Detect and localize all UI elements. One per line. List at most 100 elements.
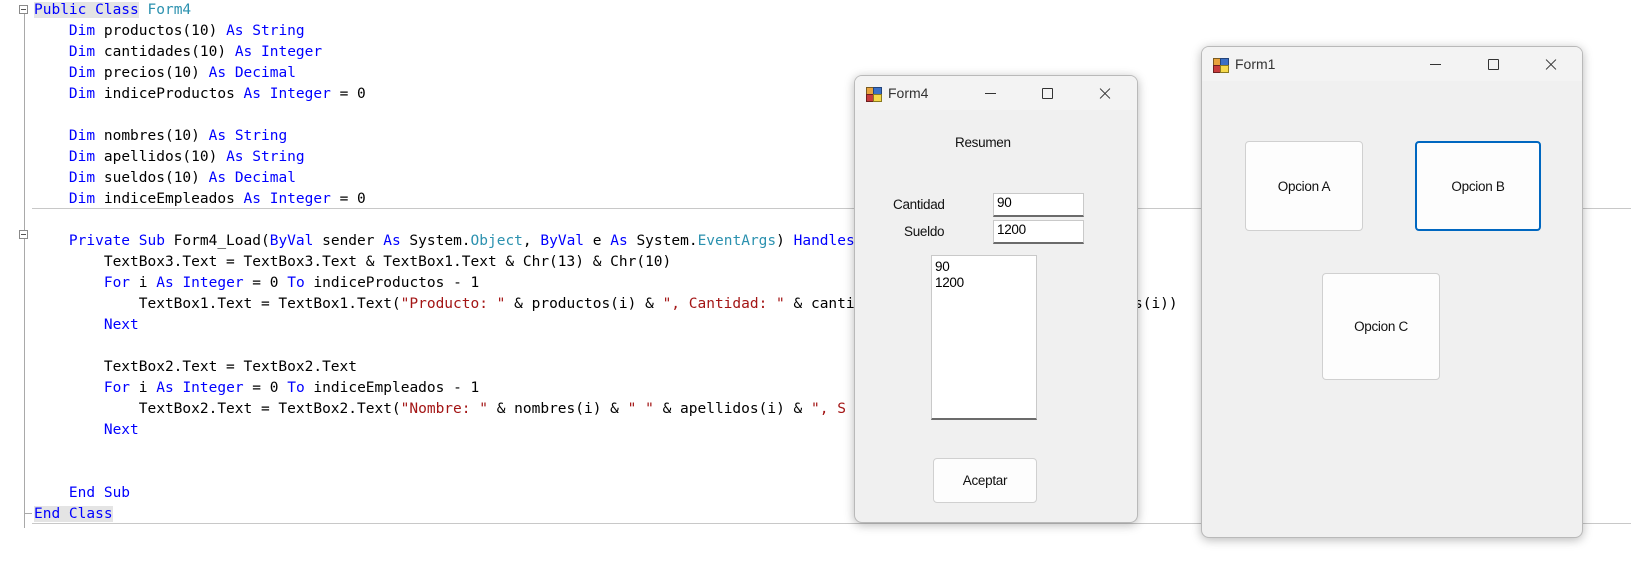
code-line: TextBox3.Text = TextBox3.Text & TextBox1… <box>34 252 671 273</box>
code-line: Next <box>34 315 139 336</box>
code-line: For i As Integer = 0 To indiceProductos … <box>34 273 479 294</box>
form1-titlebar[interactable]: Form1 <box>1202 47 1582 81</box>
option-b-button[interactable]: Opcion B <box>1415 141 1541 231</box>
code-token: As String <box>226 149 305 165</box>
code-token: = 0 <box>243 380 288 396</box>
form4-window: Form4 Resumen Cantidad Sueldo 90 1200 90… <box>854 75 1138 523</box>
outline-gutter-end <box>24 513 32 514</box>
summary-textarea[interactable]: 90 1200 <box>931 255 1037 420</box>
code-line: Dim indiceEmpleados As Integer = 0 <box>34 189 366 210</box>
code-token: Dim <box>68 86 96 102</box>
close-icon[interactable] <box>1095 84 1115 102</box>
code-token: precios(10) <box>95 65 209 81</box>
outline-gutter-line <box>24 10 25 528</box>
minimize-icon[interactable] <box>1426 55 1446 73</box>
code-token: ByVal <box>540 233 585 249</box>
code-token: apellidos(10) <box>95 149 227 165</box>
code-token: As Integer <box>156 380 244 396</box>
maximize-icon[interactable] <box>1484 55 1504 73</box>
maximize-icon[interactable] <box>1038 84 1058 102</box>
close-icon[interactable] <box>1541 55 1561 73</box>
code-token: As Integer <box>234 44 323 60</box>
code-token: Dim <box>68 23 96 39</box>
collapse-class-icon[interactable] <box>19 5 28 14</box>
sueldo-field[interactable]: 1200 <box>993 220 1084 244</box>
code-line: Dim indiceProductos As Integer = 0 <box>34 84 366 105</box>
code-token: indiceEmpleados <box>95 191 244 207</box>
code-line: End Class <box>34 504 113 525</box>
code-token: Next <box>103 422 139 438</box>
code-token: TextBox2.Text = TextBox2.Text <box>34 359 358 375</box>
form-app-icon <box>866 87 882 102</box>
code-token: As Integer <box>243 191 331 207</box>
code-token: nombres(10) <box>95 128 209 144</box>
code-token: & apellidos(i) & <box>653 401 811 417</box>
code-token: Next <box>103 317 139 333</box>
code-token: TextBox3.Text = TextBox3.Text & TextBox1… <box>34 254 672 270</box>
code-token: indiceEmpleados - 1 <box>304 380 480 396</box>
code-token: As Decimal <box>208 65 296 81</box>
code-token: "Nombre: " <box>400 401 488 417</box>
aceptar-button[interactable]: Aceptar <box>933 458 1037 503</box>
minimize-icon[interactable] <box>981 84 1001 102</box>
code-token: Dim <box>68 191 96 207</box>
code-line: TextBox2.Text = TextBox2.Text("Nombre: "… <box>34 399 846 420</box>
code-line: TextBox2.Text = TextBox2.Text <box>34 357 357 378</box>
code-token: productos(10) <box>95 23 227 39</box>
code-line: End Sub <box>34 483 130 504</box>
code-token: As <box>610 233 628 249</box>
code-token: sueldos(10) <box>95 170 209 186</box>
form4-titlebar[interactable]: Form4 <box>855 76 1137 110</box>
code-token: Form4_Load( <box>164 233 270 249</box>
summary-line: 1200 <box>935 275 964 290</box>
code-token: sender <box>313 233 384 249</box>
code-token: = 0 <box>330 86 366 102</box>
code-token: As <box>383 233 401 249</box>
code-token: ", Cantidad: " <box>662 296 785 312</box>
option-c-button[interactable]: Opcion C <box>1322 273 1440 380</box>
code-token: EventArgs <box>697 233 777 249</box>
code-line: For i As Integer = 0 To indiceEmpleados … <box>34 378 479 399</box>
cantidad-label: Cantidad <box>893 197 945 212</box>
code-line: Dim productos(10) As String <box>34 21 305 42</box>
code-token: To <box>287 275 305 291</box>
code-token: For <box>103 380 131 396</box>
code-token: As Integer <box>156 275 244 291</box>
code-line: Next <box>34 420 139 441</box>
code-token: indiceProductos - 1 <box>304 275 480 291</box>
code-token: & nombres(i) & <box>487 401 628 417</box>
code-token: Object <box>470 233 523 249</box>
code-token: TextBox1.Text = TextBox1.Text( <box>34 296 401 312</box>
collapse-sub-icon[interactable] <box>19 230 28 239</box>
code-token: e <box>584 233 611 249</box>
option-a-button[interactable]: Opcion A <box>1245 141 1363 231</box>
code-token: = 0 <box>243 275 288 291</box>
code-token: i <box>130 380 157 396</box>
code-token: End Sub <box>68 485 131 501</box>
code-line: Dim cantidades(10) As Integer <box>34 42 322 63</box>
code-token: As String <box>226 23 305 39</box>
code-token: For <box>103 275 131 291</box>
code-line: Dim nombres(10) As String <box>34 126 287 147</box>
form4-title: Form4 <box>888 85 929 101</box>
form1-window: Form1 Opcion A Opcion B Opcion C <box>1201 46 1583 538</box>
code-token: End Class <box>34 506 113 522</box>
code-token: Private Sub <box>68 233 165 249</box>
code-token: ) <box>776 233 794 249</box>
cantidad-field[interactable]: 90 <box>993 193 1084 217</box>
code-line: Dim precios(10) As Decimal <box>34 63 296 84</box>
code-token: As String <box>208 128 288 144</box>
code-token: cantidades(10) <box>95 44 235 60</box>
